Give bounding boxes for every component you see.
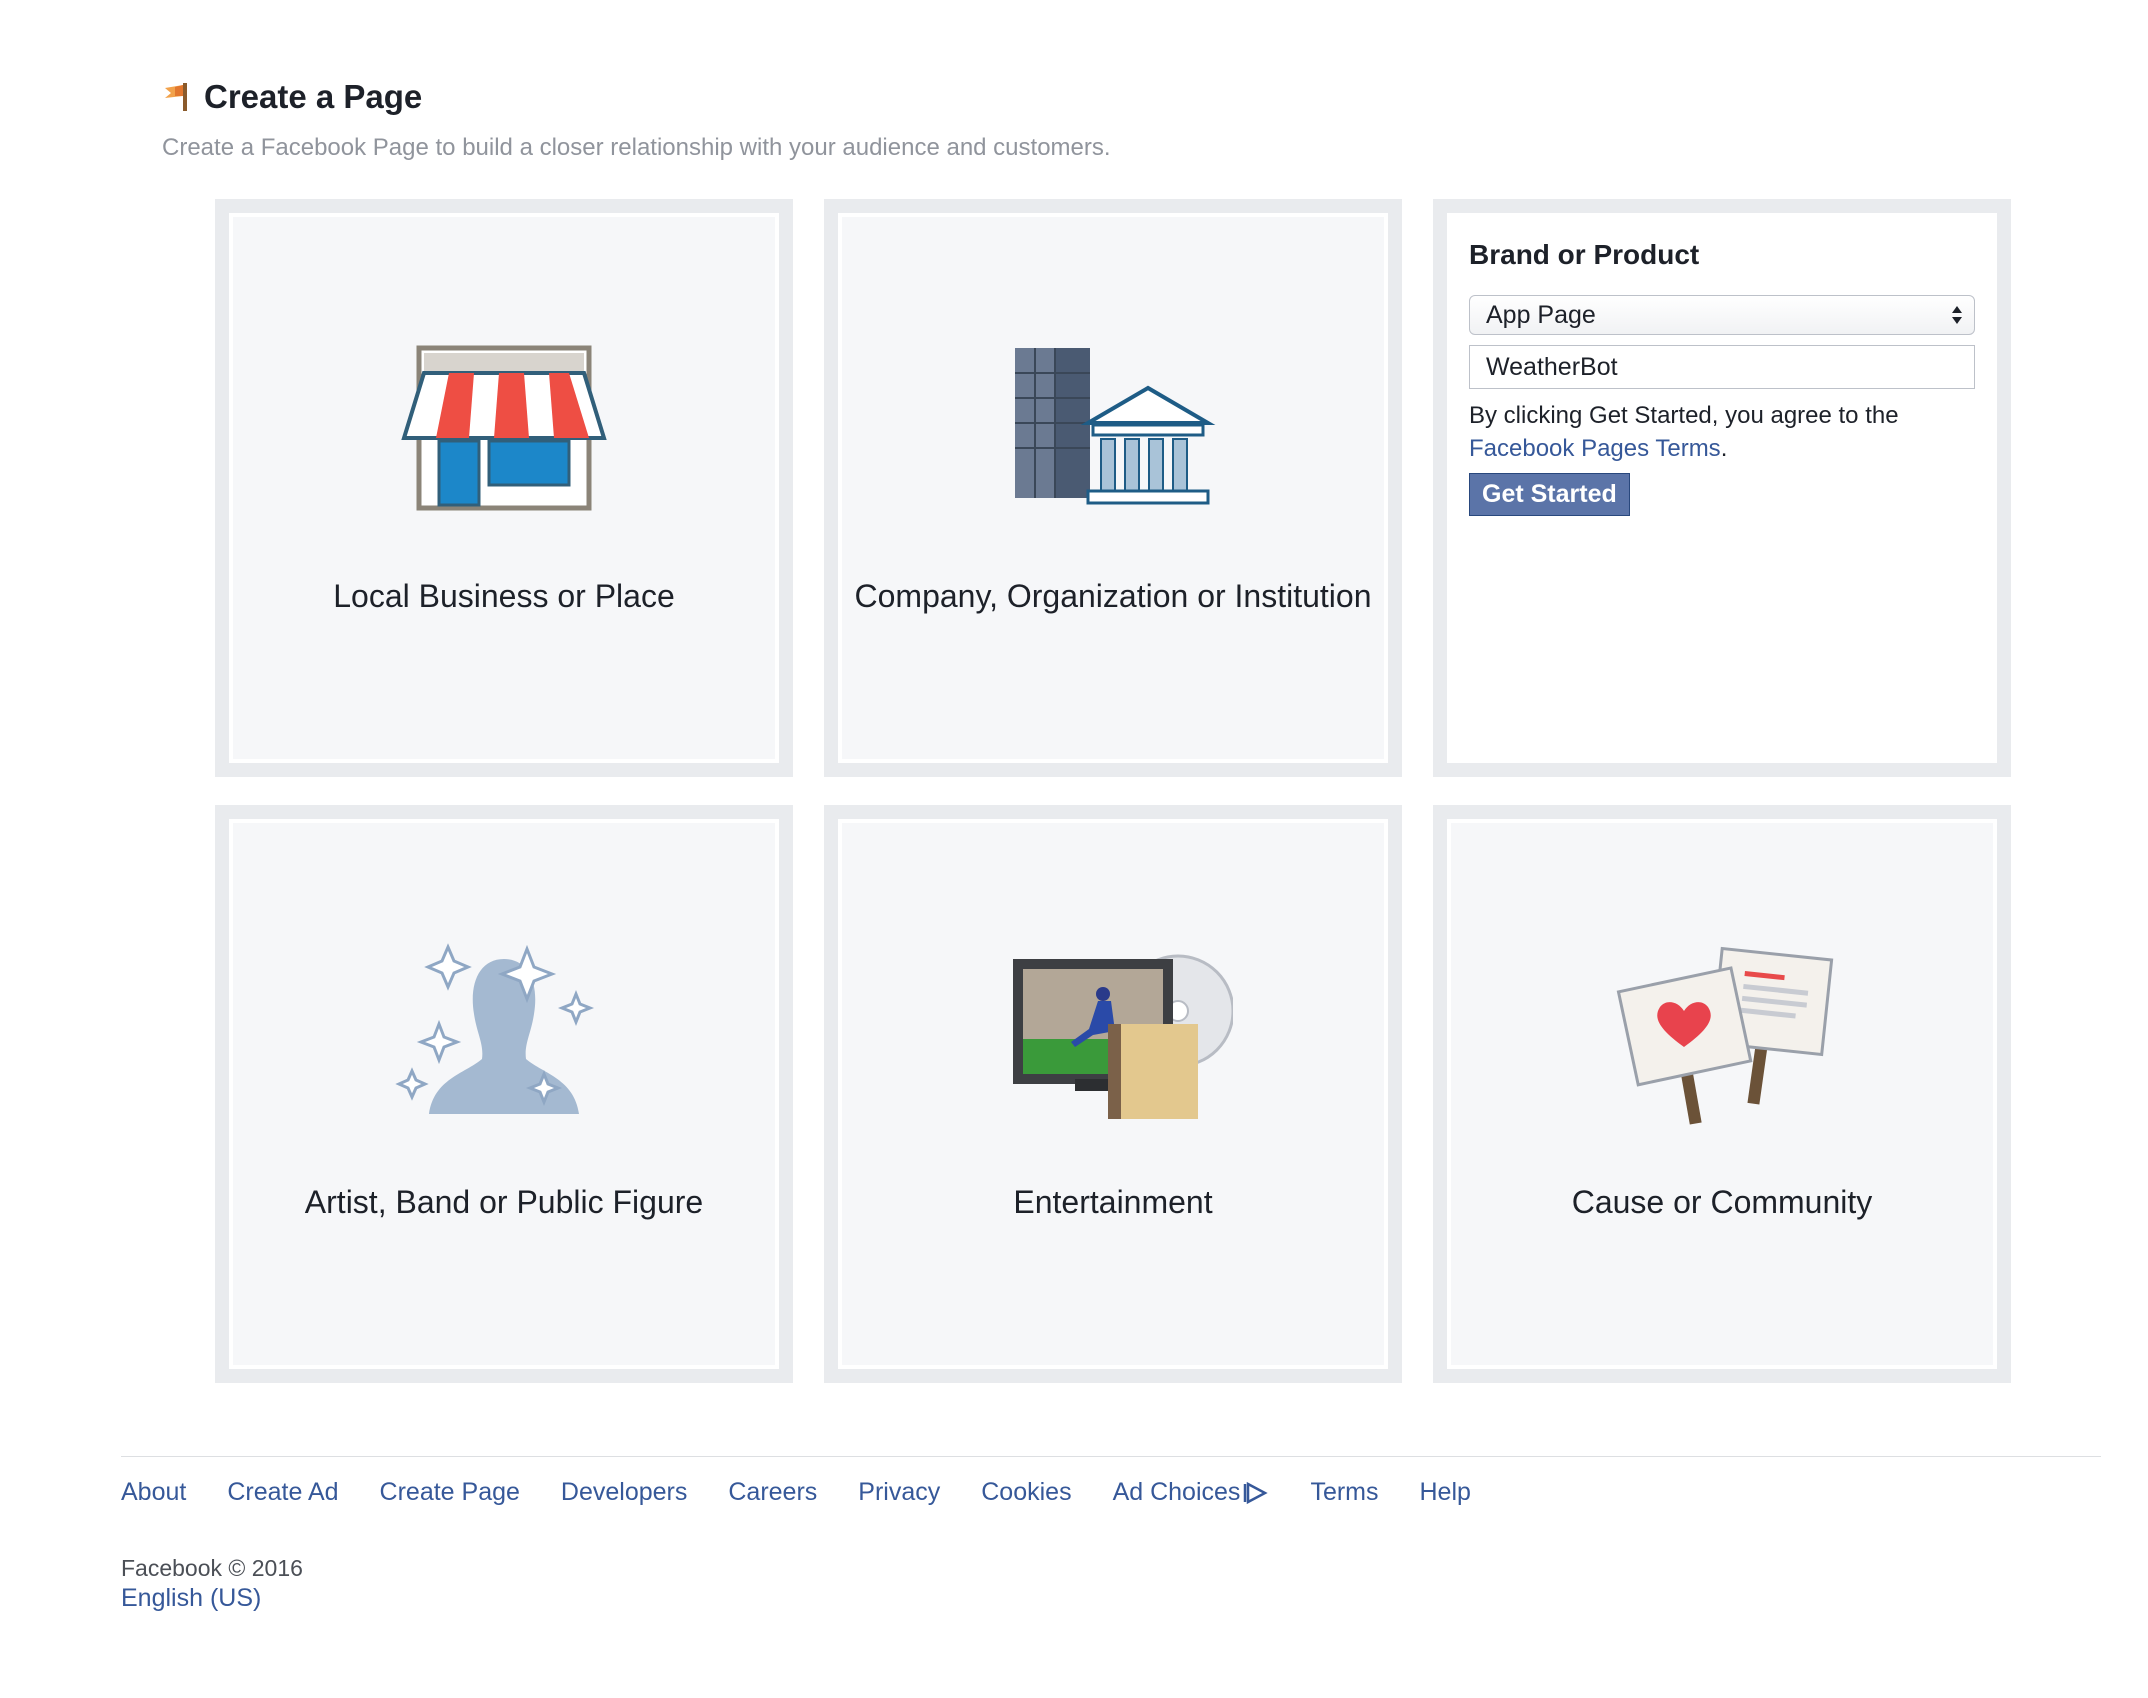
footer-divider xyxy=(121,1456,2101,1457)
brand-or-product-card: Brand or Product App Page By clicking Ge… xyxy=(1433,199,2011,777)
category-artist[interactable]: Artist, Band or Public Figure xyxy=(215,805,793,1383)
footer-link-terms[interactable]: Terms xyxy=(1310,1478,1378,1507)
category-entertainment[interactable]: Entertainment xyxy=(824,805,1402,1383)
category-select[interactable]: App Page xyxy=(1469,295,1975,335)
tile-label: Entertainment xyxy=(1013,1184,1213,1220)
footer-link-create-ad[interactable]: Create Ad xyxy=(227,1478,338,1507)
footer-link-about[interactable]: About xyxy=(121,1478,186,1507)
select-arrows-icon xyxy=(1952,306,1962,324)
footer-link-privacy[interactable]: Privacy xyxy=(858,1478,940,1507)
footer-link-ad-choices[interactable]: Ad Choices xyxy=(1113,1478,1270,1507)
terms-link[interactable]: Facebook Pages Terms xyxy=(1469,435,1721,462)
terms-suffix: . xyxy=(1720,435,1728,462)
footer-link-help[interactable]: Help xyxy=(1420,1478,1471,1507)
ad-choices-label: Ad Choices xyxy=(1112,1478,1241,1506)
tile-label: Artist, Band or Public Figure xyxy=(304,1184,704,1220)
copyright-text: Facebook © 2016 xyxy=(121,1555,303,1581)
language-link[interactable]: English (US) xyxy=(121,1584,261,1613)
footer-link-cookies[interactable]: Cookies xyxy=(981,1478,1071,1507)
category-select-value: App Page xyxy=(1486,300,1596,329)
page-subtitle: Create a Facebook Page to build a closer… xyxy=(162,134,1111,161)
buildings-icon xyxy=(1015,348,1216,505)
category-company[interactable]: Company, Organization or Institution xyxy=(824,199,1402,777)
form-title: Brand or Product xyxy=(1469,239,1700,270)
storefront-icon xyxy=(401,345,607,511)
footer-link-careers[interactable]: Careers xyxy=(728,1478,817,1507)
flag-icon xyxy=(165,83,187,111)
category-local-business[interactable]: Local Business or Place xyxy=(215,199,793,777)
title-row: Create a Page xyxy=(162,78,1111,116)
category-cause[interactable]: Cause or Community xyxy=(1433,805,2011,1383)
signs-icon xyxy=(1616,946,1834,1125)
tile-label: Local Business or Place xyxy=(333,578,675,614)
page-header: Create a Page Create a Facebook Page to … xyxy=(162,78,1111,162)
page-name-input[interactable] xyxy=(1469,345,1975,389)
ad-choices-icon xyxy=(1244,1481,1269,1504)
terms-notice: By clicking Get Started, you agree to th… xyxy=(1469,399,1975,465)
footer-links: About Create Ad Create Page Developers C… xyxy=(121,1478,1471,1507)
footer-link-create-page[interactable]: Create Page xyxy=(380,1478,520,1507)
footer-link-developers[interactable]: Developers xyxy=(561,1478,687,1507)
category-grid: Local Business or Place Company, Organiz… xyxy=(215,199,2012,1383)
terms-text: By clicking Get Started, you agree to th… xyxy=(1469,402,1899,429)
silhouette-icon xyxy=(395,943,595,1114)
media-icon xyxy=(1013,954,1233,1119)
get-started-button[interactable]: Get Started xyxy=(1469,473,1630,516)
page-title: Create a Page xyxy=(204,78,423,115)
tile-label: Cause or Community xyxy=(1571,1184,1873,1220)
tile-label: Company, Organization or Institution xyxy=(854,578,1372,614)
